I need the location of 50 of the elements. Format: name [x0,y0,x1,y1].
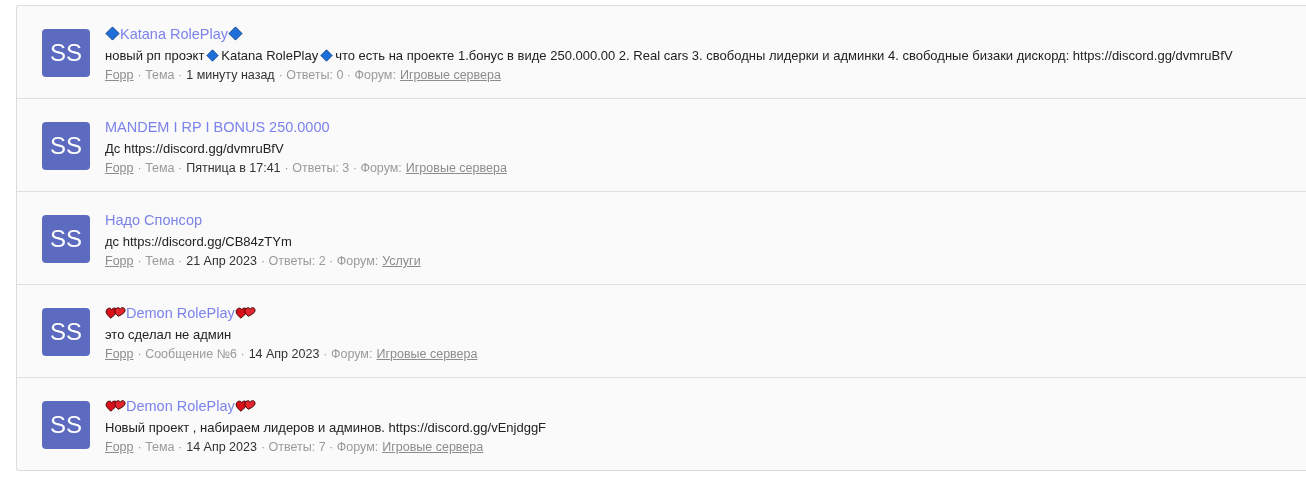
forum-link[interactable]: Игровые сервера [382,440,484,454]
avatar[interactable]: SS [42,215,90,263]
meta-text: · Тема · [137,161,183,175]
meta-text: · Тема · [137,254,183,268]
hearts-icon [234,305,256,320]
meta-text: · Ответы: 3 · Форум: [284,161,402,175]
thread-title[interactable]: Demon RolePlay [126,304,235,321]
author-link[interactable]: Fopp [105,347,134,361]
meta-text: · Тема · [137,440,183,454]
hearts-icon [105,305,126,320]
forum-link[interactable]: Игровые сервера [405,161,507,175]
hearts-icon [105,398,126,413]
post-snippet: дс https://discord.gg/CB84zTYm [105,234,292,249]
thread-title[interactable]: MANDEM I RP I BONUS 250.0000 [105,118,330,135]
meta-text: · Ответы: 7 · Форум: [260,440,379,454]
post-snippet: Katana RolePlay [221,48,319,63]
meta-text: · Тема · [137,68,183,82]
diamond-icon [206,49,220,62]
post-date: 14 Апр 2023 [248,347,320,361]
post-date: 1 минуту назад [186,68,275,82]
diamond-icon [105,26,120,41]
avatar[interactable]: SS [42,401,90,449]
post-date: 14 Апр 2023 [186,440,257,454]
forum-link[interactable]: Игровые сервера [399,68,501,82]
avatar[interactable]: SS [42,308,90,356]
meta-text: · Сообщение №6 · [137,347,245,361]
post-snippet: это сделал не админ [105,327,232,342]
meta-text: · Ответы: 2 · Форум: [260,254,379,268]
meta-text: · Форум: [323,347,373,361]
post-date: Пятница в 17:41 [186,161,281,175]
author-link[interactable]: Fopp [105,161,134,175]
post-snippet: Дс https://discord.gg/dvmruBfV [105,141,284,156]
thread-title[interactable]: Надо Спонсор [105,211,203,228]
diamond-icon [320,49,334,62]
thread-title[interactable]: Demon RolePlay [126,397,235,414]
avatar[interactable]: SS [42,29,90,77]
post-snippet: что есть на проекте 1.бонус в виде 250.000.00 2. Real cars 3. свободны лидерки и админки 4. свободные бизаки дискорд: https://discord.gg/dvmruBfV [335,48,1233,63]
post-snippet: новый рп проэкт [105,48,205,63]
forum-link[interactable]: Игровые сервера [376,347,478,361]
diamond-icon [228,26,243,41]
post-date: 21 Апр 2023 [186,254,257,268]
author-link[interactable]: Fopp [105,68,134,82]
thread-title[interactable]: Katana RolePlay [120,25,228,42]
meta-text: · Ответы: 0 · Форум: [278,68,396,82]
avatar[interactable]: SS [42,122,90,170]
forum-link[interactable]: Услуги [382,254,421,268]
author-link[interactable]: Fopp [105,440,134,454]
hearts-icon [234,398,256,413]
post-snippet: Новый проект , набираем лидеров и админов. https://discord.gg/vEnjdggF [105,420,547,435]
author-link[interactable]: Fopp [105,254,134,268]
